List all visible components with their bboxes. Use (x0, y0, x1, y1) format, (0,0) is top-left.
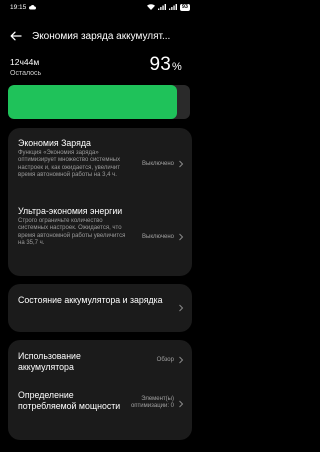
chevron-right-icon (179, 160, 184, 168)
battery-time-left: 12ч44м (10, 57, 40, 67)
battery-health-title: Состояние аккумулятора и зарядка (18, 295, 163, 305)
power-consumption-value: Элемент(ы) оптимизации: 0 (130, 396, 174, 409)
chevron-right-icon (179, 356, 184, 364)
ultra-saving-row[interactable]: Ультра-экономия энергии Строго ограничьт… (18, 206, 184, 272)
back-arrow-icon (10, 31, 22, 41)
ultra-saving-desc: Строго ограничьте количество системных н… (18, 218, 126, 246)
battery-usage-value: Обзор (156, 357, 174, 363)
battery-percent-sign: % (172, 61, 182, 73)
chevron-right-icon (179, 233, 184, 241)
power-saving-card: Экономия Заряда Функция «Экономия заряда… (8, 128, 192, 276)
usage-card: Использование аккумулятора Обзор Определ… (8, 340, 192, 440)
battery-level-fill (8, 85, 178, 119)
power-saving-value: Выключено (142, 161, 174, 167)
signal-icon-2 (168, 4, 177, 10)
power-consumption-row[interactable]: Определение потребляемой мощности Элемен… (18, 390, 184, 432)
power-saving-row[interactable]: Экономия Заряда Функция «Экономия заряда… (18, 138, 184, 198)
battery-time-caption: Осталось (10, 70, 42, 77)
power-saving-desc: Функция «Экономия заряда» оптимизирует м… (18, 150, 121, 178)
battery-usage-row[interactable]: Использование аккумулятора Обзор (18, 351, 184, 383)
wifi-icon (146, 4, 155, 10)
page-title: Экономия заряда аккумулят... (32, 30, 171, 42)
ultra-saving-value: Выключено (142, 234, 174, 240)
battery-percent-value: 93 (149, 54, 172, 75)
power-consumption-title: Определение потребляемой мощности (18, 390, 121, 411)
chevron-right-icon (179, 304, 184, 312)
battery-summary: 12ч44м Осталось 93% (10, 54, 192, 84)
status-bar: 19:15 93 (0, 0, 200, 14)
cloud-icon (29, 4, 37, 10)
battery-percent: 93% (149, 54, 182, 76)
ultra-saving-title: Ультра-экономия энергии (18, 206, 123, 216)
power-saving-title: Экономия Заряда (18, 138, 91, 148)
battery-level-bar (8, 85, 190, 119)
status-time: 19:15 (10, 3, 27, 11)
battery-health-card: Состояние аккумулятора и зарядка (8, 284, 192, 332)
back-button[interactable] (8, 28, 24, 44)
battery-usage-title: Использование аккумулятора (18, 351, 81, 372)
chevron-right-icon (179, 400, 184, 408)
header: Экономия заряда аккумулят... (0, 24, 200, 48)
signal-icon (157, 4, 166, 10)
battery-health-row[interactable]: Состояние аккумулятора и зарядка (18, 295, 184, 323)
battery-indicator: 93 (179, 3, 190, 11)
